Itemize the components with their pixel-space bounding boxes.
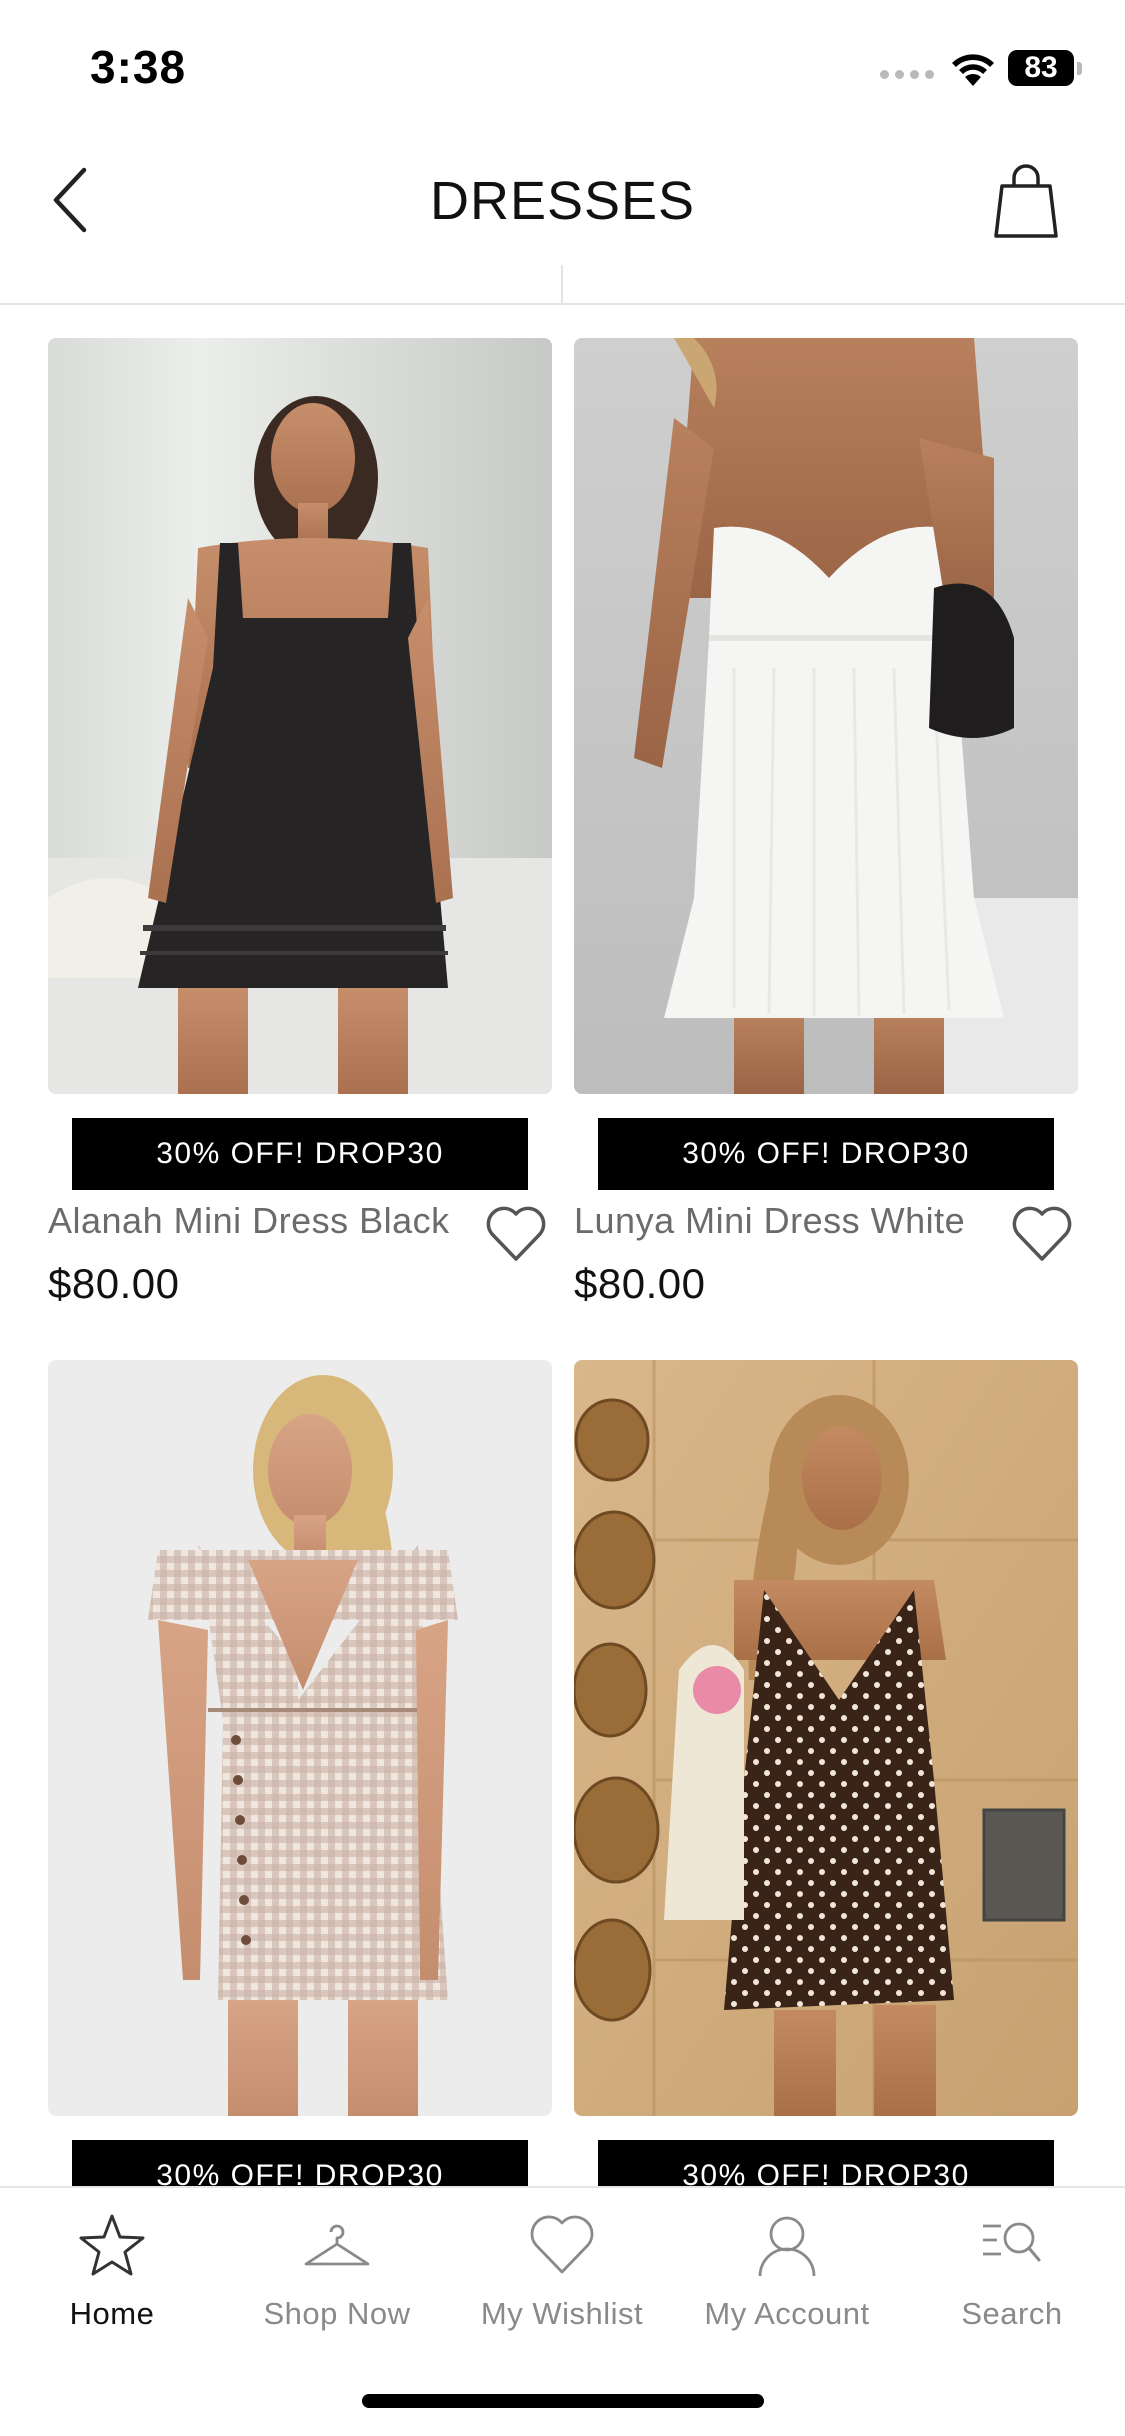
search-icon <box>983 2222 1041 2262</box>
product-price: $80.00 <box>48 1260 180 1307</box>
tab-label: Search <box>961 2296 1063 2331</box>
cart-button[interactable] <box>990 160 1062 240</box>
tab-my-account[interactable]: My Account <box>692 2212 882 2362</box>
tab-label: Shop Now <box>263 2296 411 2331</box>
status-bar: 3:38 83 <box>0 0 1125 130</box>
hanger-icon <box>304 2224 370 2266</box>
product-price: $80.00 <box>574 1260 706 1307</box>
heart-icon <box>1012 1206 1072 1261</box>
header-separator <box>561 265 563 303</box>
product-image[interactable] <box>48 338 552 1094</box>
star-icon <box>79 2214 145 2276</box>
promo-badge: 30% OFF! DROP30 <box>598 1118 1054 1190</box>
battery-cap <box>1077 62 1082 75</box>
product-card[interactable]: 30% OFF! DROP30 Alanah Mini Dress Black … <box>48 338 552 1318</box>
tab-search[interactable]: Search <box>917 2212 1107 2362</box>
header-divider <box>0 303 1125 305</box>
product-image[interactable] <box>48 1360 552 2116</box>
battery-level: 83 <box>1008 50 1074 86</box>
home-indicator[interactable] <box>362 2394 764 2408</box>
product-image[interactable] <box>574 338 1078 1094</box>
promo-badge: 30% OFF! DROP30 <box>598 2140 1054 2188</box>
product-card[interactable]: 30% OFF! DROP30 <box>48 1360 552 2188</box>
tab-shop-now[interactable]: Shop Now <box>242 2212 432 2362</box>
user-icon <box>758 2216 816 2277</box>
product-grid: 30% OFF! DROP30 Alanah Mini Dress Black … <box>48 338 1078 2188</box>
promo-badge: 30% OFF! DROP30 <box>72 1118 528 1190</box>
tab-home[interactable]: Home <box>17 2212 207 2362</box>
cellular-signal-icon <box>880 70 934 79</box>
product-card[interactable]: 30% OFF! DROP30 <box>574 1360 1078 2188</box>
status-time: 3:38 <box>90 41 187 93</box>
product-name[interactable]: Alanah Mini Dress Black <box>48 1200 450 1242</box>
product-image[interactable] <box>574 1360 1078 2116</box>
shopping-bag-icon <box>994 164 1058 238</box>
tab-label: My Wishlist <box>480 2296 644 2331</box>
wifi-icon <box>952 54 994 86</box>
product-name[interactable]: Lunya Mini Dress White <box>574 1200 965 1242</box>
heart-icon <box>486 1206 546 1261</box>
tab-label: Home <box>69 2296 155 2331</box>
page-title: DRESSES <box>429 171 696 231</box>
tab-label: My Account <box>704 2296 870 2331</box>
heart-icon <box>530 2215 594 2274</box>
promo-badge: 30% OFF! DROP30 <box>72 2140 528 2188</box>
tab-my-wishlist[interactable]: My Wishlist <box>467 2212 657 2362</box>
wishlist-button[interactable] <box>484 1204 548 1264</box>
product-card[interactable]: 30% OFF! DROP30 Lunya Mini Dress White $… <box>574 338 1078 1318</box>
top-nav-bar: DRESSES <box>0 130 1125 270</box>
wishlist-button[interactable] <box>1010 1204 1074 1264</box>
